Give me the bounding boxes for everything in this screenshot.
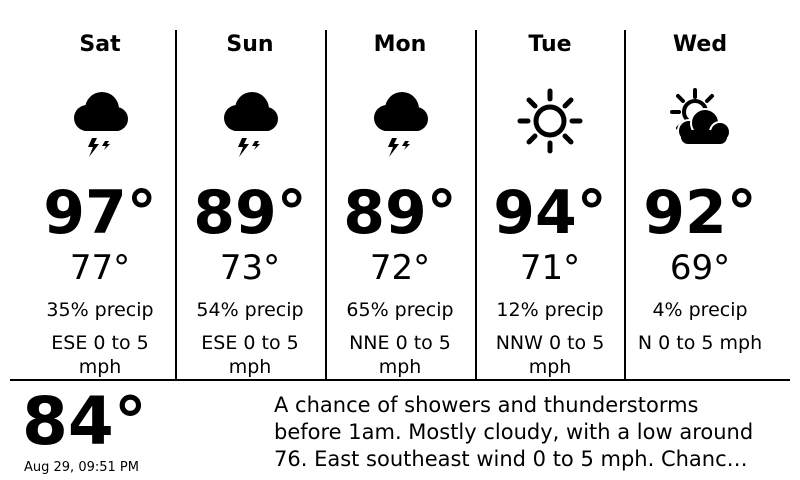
high-temperature: 89°	[343, 178, 457, 248]
high-temperature: 94°	[493, 178, 607, 248]
forecast-day-sun: Sun 89° 73° 54% precip ESE 0 to 5 mph	[175, 30, 325, 380]
forecast-day-tue: Tue 94° 71° 12% precip NNW 0 to 5 mph	[475, 30, 625, 380]
wind-text: NNW 0 to 5 mph	[495, 332, 605, 378]
forecast-day-mon: Mon 89° 72° 65% precip NNE 0 to 5 mph	[325, 30, 475, 380]
forecast-day-wed: Wed 92° 69° 4% precip N 0 to 5 mph	[625, 30, 775, 380]
thunderstorm-icon	[215, 88, 285, 163]
current-temperature: 84°	[22, 383, 147, 460]
forecast-day-sat: Sat 97° 77° 35% precip ESE 0 to 5 mph	[25, 30, 175, 380]
horizontal-divider	[10, 379, 790, 381]
wind-text: ESE 0 to 5 mph	[201, 332, 299, 378]
forecast-summary: A chance of showers and thunderstorms be…	[274, 393, 754, 471]
high-temperature: 97°	[43, 178, 157, 248]
precip-chance: 4% precip	[652, 299, 748, 321]
wind-text: ESE 0 to 5 mph	[51, 332, 149, 378]
updated-timestamp: Aug 29, 09:51 PM	[24, 460, 139, 475]
day-name: Tue	[528, 32, 572, 57]
forecast-panel: Sat 97° 77° 35% precip ESE 0 to 5 mph Su…	[0, 0, 800, 380]
partly-cloudy-icon	[665, 88, 735, 163]
day-name: Mon	[373, 32, 427, 57]
thunderstorm-icon	[65, 88, 135, 163]
precip-chance: 54% precip	[196, 299, 304, 321]
high-temperature: 92°	[643, 178, 757, 248]
day-name: Sun	[226, 32, 274, 57]
precip-chance: 12% precip	[496, 299, 604, 321]
day-name: Wed	[672, 32, 728, 57]
thunderstorm-icon	[365, 88, 435, 163]
wind-text: NNE 0 to 5 mph	[349, 332, 451, 378]
precip-chance: 35% precip	[46, 299, 154, 321]
high-temperature: 89°	[193, 178, 307, 248]
sun-icon	[515, 88, 585, 163]
day-name: Sat	[79, 32, 121, 57]
low-temperature: 73°	[219, 248, 281, 288]
wind-text: N 0 to 5 mph	[637, 332, 763, 354]
low-temperature: 69°	[669, 248, 731, 288]
precip-chance: 65% precip	[346, 299, 454, 321]
low-temperature: 77°	[69, 248, 131, 288]
low-temperature: 71°	[519, 248, 581, 288]
low-temperature: 72°	[369, 248, 431, 288]
